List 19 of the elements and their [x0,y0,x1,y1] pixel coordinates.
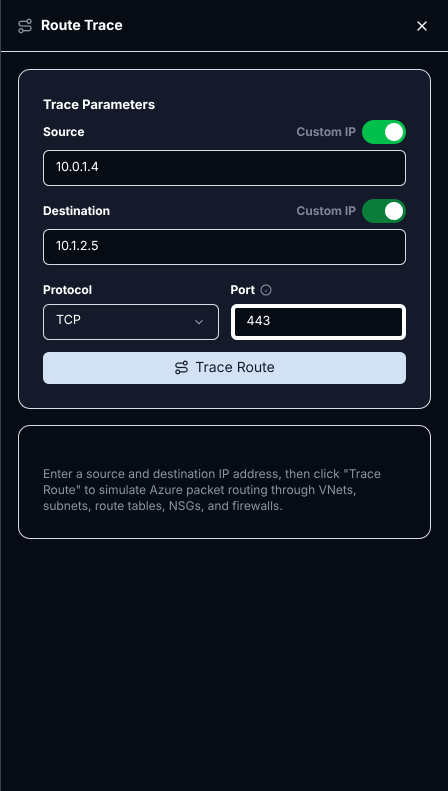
field-label: Source [43,122,84,140]
route-icon [17,18,33,34]
port-field[interactable]: 443 [230,304,406,340]
hint-text: Enter a source and destination IP address, then click "Trace Route" to simulate Azure packet routing through VNets, subnets, route tables, NSGs, and firewalls. [43,466,382,514]
route-icon [174,360,190,375]
toggle-switch[interactable] [362,198,406,222]
field-label: Port [230,280,256,298]
trace-route-button[interactable]: Trace Route [43,352,406,384]
section-title: Trace Parameters [43,96,156,115]
info-icon [260,284,272,296]
toggle-switch[interactable] [362,120,406,144]
toggle-label: Custom IP [296,122,356,140]
protocol-select[interactable]: TCP [43,304,218,340]
field-label: Destination [43,202,110,220]
ip-field[interactable]: 10.1.2.5 [43,228,406,264]
toggle-label: Custom IP [296,202,356,220]
field-label: Protocol [43,280,94,298]
panel-title: Route Trace [41,16,123,36]
ip-field[interactable]: 10.0.1.4 [43,150,406,186]
